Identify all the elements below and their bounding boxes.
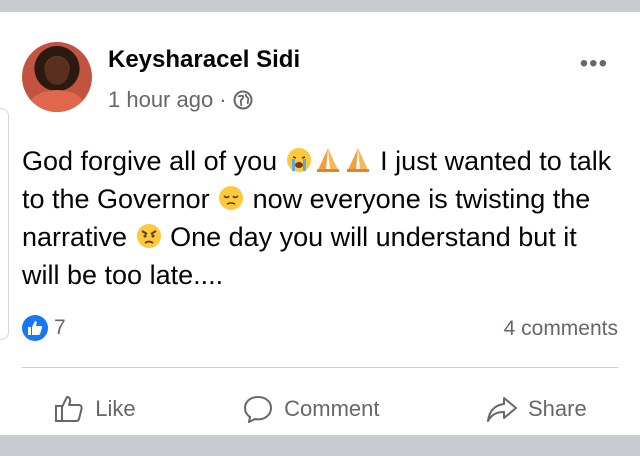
share-arrow-icon	[487, 397, 517, 422]
reaction-count: 7	[54, 316, 66, 339]
divider	[22, 367, 618, 368]
like-button[interactable]: Like	[53, 393, 136, 425]
avatar[interactable]	[22, 42, 92, 112]
comments-count-link[interactable]: 4 comments	[504, 317, 618, 341]
author-name[interactable]: Keysharacel Sidi	[108, 46, 300, 74]
avatar-face	[45, 57, 69, 85]
action-bar: Like Comment Share	[0, 382, 640, 436]
globe-icon[interactable]	[233, 90, 253, 110]
like-label: Like	[95, 396, 136, 421]
thumbs-up-icon	[55, 396, 83, 422]
comment-button[interactable]: Comment	[242, 393, 379, 425]
reaction-summary[interactable]: 7	[22, 315, 66, 341]
adjacent-panel-edge	[0, 108, 9, 340]
like-reaction-icon	[22, 315, 48, 341]
post-timestamp[interactable]: 1 hour ago	[108, 87, 213, 113]
folded-hands-icon	[346, 148, 369, 172]
post-card: Keysharacel Sidi 1 hour ago · ••• God fo…	[0, 12, 640, 435]
meta-separator: ·	[219, 87, 227, 112]
more-options-button[interactable]: •••	[580, 50, 608, 78]
post-meta: 1 hour ago ·	[108, 87, 253, 113]
crying-face-icon	[286, 148, 311, 172]
share-label: Share	[528, 396, 587, 421]
pensive-face-icon	[219, 186, 244, 210]
post-text: God forgive all of you I just wanted to …	[22, 142, 618, 294]
post-text-part: God forgive all of you	[22, 146, 285, 176]
folded-hands-icon	[316, 148, 339, 172]
avatar-shirt	[30, 90, 84, 112]
angry-face-icon	[136, 224, 161, 248]
comment-label: Comment	[284, 396, 380, 421]
comment-bubble-icon	[244, 396, 273, 423]
share-button[interactable]: Share	[486, 393, 587, 425]
